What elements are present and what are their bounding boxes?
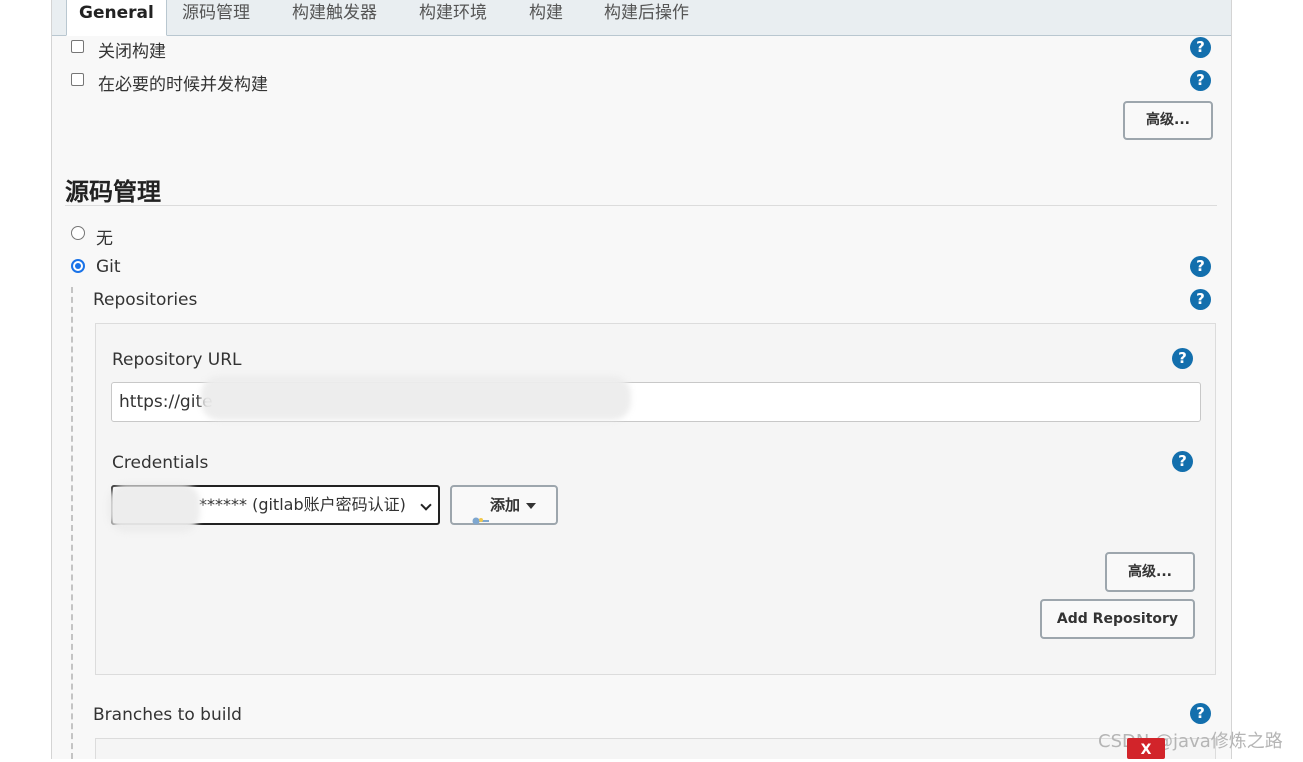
tab-build-triggers[interactable]: 构建触发器	[292, 0, 377, 36]
help-icon[interactable]: ?	[1190, 703, 1211, 724]
concurrent-build-checkbox[interactable]	[71, 73, 84, 86]
chevron-down-icon	[420, 499, 432, 511]
redacted-url-mask	[201, 376, 631, 420]
tab-post-build[interactable]: 构建后操作	[604, 0, 689, 36]
repository-box: Repository URL ? https://gite Credential…	[95, 323, 1216, 675]
scm-git-label: Git	[96, 257, 121, 277]
add-credential-button[interactable]: 添加	[450, 485, 558, 525]
tab-scm[interactable]: 源码管理	[182, 0, 250, 36]
tab-build-environment[interactable]: 构建环境	[419, 0, 487, 36]
caret-down-icon	[526, 502, 536, 509]
key-icon	[472, 502, 490, 524]
general-advanced-button[interactable]: 高级...	[1123, 101, 1213, 140]
credentials-selected-value: ****** (gitlab账户密码认证)	[199, 495, 406, 514]
disable-build-checkbox[interactable]	[71, 40, 84, 53]
scm-none-label: 无	[96, 229, 113, 249]
scm-section-title: 源码管理	[65, 178, 161, 206]
close-button[interactable]: X	[1127, 738, 1165, 759]
help-icon[interactable]: ?	[1190, 256, 1211, 277]
add-repository-button[interactable]: Add Repository	[1040, 599, 1195, 639]
scm-none-radio[interactable]	[71, 226, 85, 240]
repo-advanced-button[interactable]: 高级...	[1105, 552, 1195, 592]
help-icon[interactable]: ?	[1190, 289, 1211, 310]
repo-url-label: Repository URL	[112, 350, 242, 370]
help-icon[interactable]: ?	[1172, 451, 1193, 472]
help-icon[interactable]: ?	[1172, 348, 1193, 369]
add-credential-label: 添加	[489, 496, 520, 514]
help-icon[interactable]: ?	[1190, 70, 1211, 91]
redacted-credential-mask	[108, 484, 200, 532]
tab-bar: General 源码管理 构建触发器 构建环境 构建 构建后操作	[52, 0, 1231, 36]
tab-general[interactable]: General	[66, 0, 167, 36]
section-divider	[65, 205, 1217, 206]
help-icon[interactable]: ?	[1190, 37, 1211, 58]
watermark: CSDN @java修炼之路	[1098, 731, 1283, 752]
config-panel: General 源码管理 构建触发器 构建环境 构建 构建后操作 关闭构建 ? …	[51, 0, 1232, 759]
repositories-label: Repositories	[93, 290, 198, 310]
concurrent-build-label: 在必要的时候并发构建	[98, 75, 268, 95]
scm-git-radio[interactable]	[71, 259, 85, 273]
tab-build[interactable]: 构建	[529, 0, 563, 36]
git-section-guide	[71, 287, 73, 759]
credentials-label: Credentials	[112, 453, 209, 473]
repo-url-value: https://gite	[119, 392, 213, 412]
branches-label: Branches to build	[93, 705, 242, 725]
branches-box	[95, 738, 1216, 759]
disable-build-label: 关闭构建	[98, 42, 166, 62]
